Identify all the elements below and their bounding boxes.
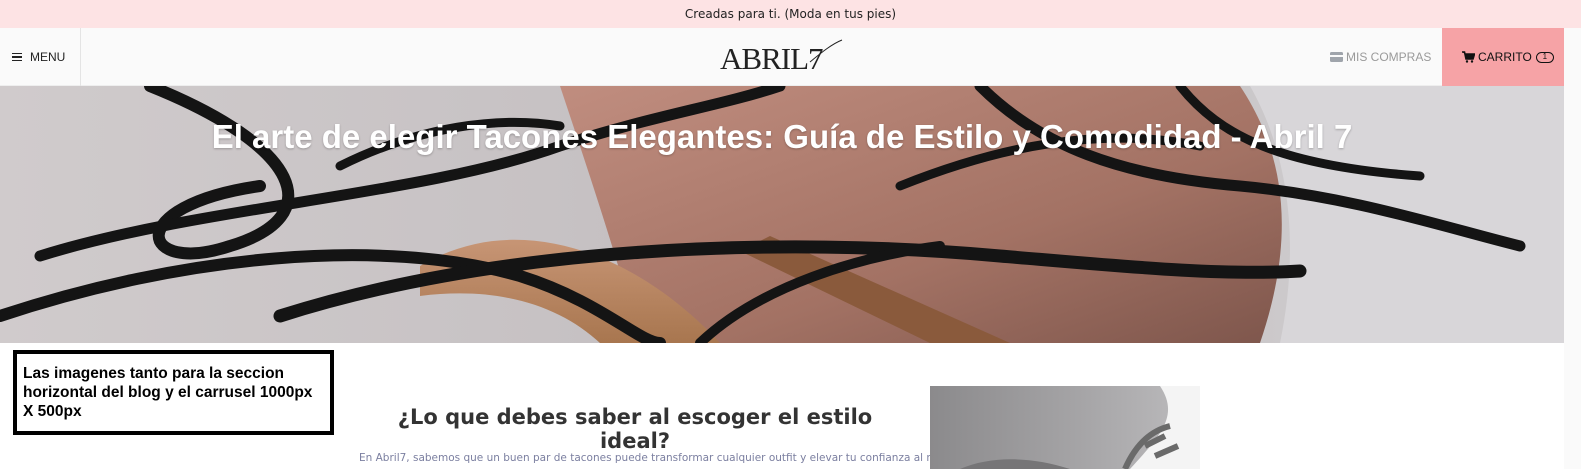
logo[interactable]: ABRIL7 xyxy=(718,36,848,78)
credit-card-icon xyxy=(1330,52,1343,62)
article-image-graphic xyxy=(960,386,1200,469)
hero-banner: El arte de elegir Tacones Elegantes: Guí… xyxy=(0,86,1564,343)
cart-button[interactable]: CARRITO 1 xyxy=(1442,28,1564,86)
cart-label: CARRITO xyxy=(1478,50,1532,64)
menu-label: MENU xyxy=(30,50,66,64)
hamburger-icon xyxy=(12,51,22,64)
menu-button[interactable]: MENU xyxy=(0,28,81,86)
image-size-note-text: Las imagenes tanto para la seccion horiz… xyxy=(23,365,313,420)
image-size-note: Las imagenes tanto para la seccion horiz… xyxy=(13,350,334,435)
announcement-text: Creadas para ti. (Moda en tus pies) xyxy=(684,7,897,21)
navbar: MENU ABRIL7 MIS COMPRAS CARRITO 1 xyxy=(0,28,1581,86)
logo-text: ABRIL7 xyxy=(720,41,823,76)
article-image xyxy=(930,386,1200,469)
my-purchases-link[interactable]: MIS COMPRAS xyxy=(1330,28,1431,86)
section-heading: ¿Lo que debes saber al escoger el estilo… xyxy=(397,405,873,453)
logo-graphic: ABRIL7 xyxy=(720,39,843,76)
my-purchases-label: MIS COMPRAS xyxy=(1346,50,1432,64)
cart-count-badge: 1 xyxy=(1535,51,1554,63)
hero-title: El arte de elegir Tacones Elegantes: Guí… xyxy=(211,118,1353,155)
shopping-cart-icon xyxy=(1462,51,1475,63)
section-intro-text: En Abril7, sabemos que un buen par de ta… xyxy=(359,452,994,464)
scrollbar[interactable] xyxy=(1564,28,1581,469)
announcement-bar: Creadas para ti. (Moda en tus pies) xyxy=(0,0,1581,28)
